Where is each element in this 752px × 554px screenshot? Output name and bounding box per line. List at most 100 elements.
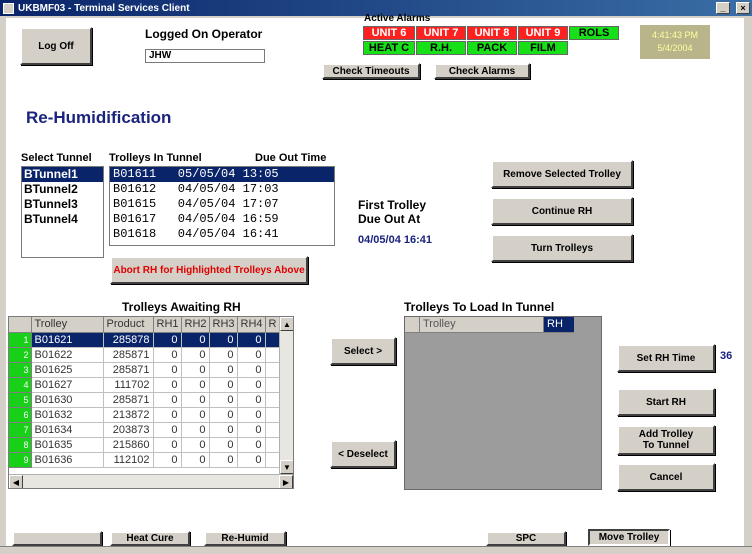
row-number[interactable]: 5 bbox=[9, 392, 32, 408]
awaiting-table-row[interactable]: 8 B01635 215860 0 0 0 0 bbox=[9, 437, 282, 453]
window-horizontal-scrollbar[interactable] bbox=[0, 546, 752, 554]
tunnel-item[interactable]: BTunnel1 bbox=[22, 167, 103, 182]
close-button[interactable]: × bbox=[736, 2, 750, 14]
awaiting-cell: 0 bbox=[237, 377, 266, 393]
awaiting-table-row[interactable]: 4 B01627 111702 0 0 0 0 bbox=[9, 377, 282, 393]
awaiting-cell: 0 bbox=[209, 452, 238, 468]
awaiting-cell: B01636 bbox=[31, 452, 104, 468]
awaiting-cell: 111702 bbox=[103, 377, 154, 393]
awaiting-cell: 0 bbox=[209, 332, 238, 348]
turn-trolleys-button[interactable]: Turn Trolleys bbox=[491, 234, 633, 262]
alarm-unit-7: UNIT 7 bbox=[416, 26, 466, 40]
awaiting-table-row[interactable]: 3 B01625 285871 0 0 0 0 bbox=[9, 362, 282, 378]
awaiting-cell: 0 bbox=[181, 377, 210, 393]
set-rh-time-button[interactable]: Set RH Time bbox=[617, 344, 715, 372]
awaiting-cell: 0 bbox=[237, 422, 266, 438]
awaiting-table-row[interactable]: 7 B01634 203873 0 0 0 0 bbox=[9, 422, 282, 438]
remove-selected-trolley-button[interactable]: Remove Selected Trolley bbox=[491, 160, 633, 188]
re-humid-button[interactable]: Re-Humid bbox=[204, 531, 286, 546]
alarm-unit-8: UNIT 8 bbox=[467, 26, 517, 40]
awaiting-table-row[interactable]: 1 B01621 285878 0 0 0 0 bbox=[9, 332, 282, 348]
awaiting-cell: 285878 bbox=[103, 332, 154, 348]
add-trolley-to-tunnel-button[interactable]: Add Trolley To Tunnel bbox=[617, 425, 715, 455]
scroll-right-icon[interactable]: ▶ bbox=[279, 475, 293, 488]
awaiting-col-product[interactable]: Product bbox=[103, 317, 154, 333]
row-number[interactable]: 2 bbox=[9, 347, 32, 363]
awaiting-horizontal-scrollbar[interactable]: ◀ ▶ bbox=[9, 474, 293, 488]
awaiting-rh-table: Trolley Product RH1 RH2 RH3 RH4 R 1 B01621 285878… bbox=[9, 317, 282, 468]
tunnel-list[interactable]: BTunnel1 BTunnel2 BTunnel3 BTunnel4 bbox=[21, 166, 104, 258]
minimize-button[interactable]: _ bbox=[716, 2, 730, 14]
check-alarms-button[interactable]: Check Alarms bbox=[434, 63, 530, 79]
awaiting-cell: 0 bbox=[237, 362, 266, 378]
spc-button[interactable]: SPC bbox=[486, 531, 566, 546]
awaiting-rh-grid[interactable]: Trolley Product RH1 RH2 RH3 RH4 R 1 B01621 285878… bbox=[8, 316, 294, 489]
tunnel-trolley-row[interactable]: B01611 05/05/04 13:05 bbox=[110, 167, 334, 182]
awaiting-col-trolley[interactable]: Trolley bbox=[31, 317, 104, 333]
awaiting-col-rh2[interactable]: RH2 bbox=[181, 317, 210, 333]
awaiting-cell: 285871 bbox=[103, 362, 154, 378]
row-number[interactable]: 8 bbox=[9, 437, 32, 453]
tunnel-item[interactable]: BTunnel3 bbox=[22, 197, 103, 212]
scroll-down-icon[interactable]: ▼ bbox=[280, 460, 293, 474]
row-number[interactable]: 4 bbox=[9, 377, 32, 393]
row-number[interactable]: 7 bbox=[9, 422, 32, 438]
row-number[interactable]: 9 bbox=[9, 452, 32, 468]
first-trolley-label-2: Due Out At bbox=[358, 212, 421, 226]
awaiting-cell: 203873 bbox=[103, 422, 154, 438]
awaiting-cell: 285871 bbox=[103, 347, 154, 363]
awaiting-cell: 0 bbox=[209, 437, 238, 453]
awaiting-table-row[interactable]: 5 B01630 285871 0 0 0 0 bbox=[9, 392, 282, 408]
row-number[interactable]: 3 bbox=[9, 362, 32, 378]
add-trolley-line-2: To Tunnel bbox=[642, 440, 690, 451]
select-button[interactable]: Select > bbox=[330, 337, 396, 365]
awaiting-cell: 285871 bbox=[103, 392, 154, 408]
move-trolley-button[interactable]: Move Trolley bbox=[588, 529, 670, 546]
tunnel-trolley-row[interactable]: B01612 04/05/04 17:03 bbox=[110, 182, 334, 197]
check-timeouts-button[interactable]: Check Timeouts bbox=[322, 63, 420, 79]
awaiting-vertical-scrollbar[interactable]: ▲ ▼ bbox=[279, 317, 293, 474]
row-number[interactable]: 6 bbox=[9, 407, 32, 423]
awaiting-cell: B01622 bbox=[31, 347, 104, 363]
awaiting-cell: 215860 bbox=[103, 437, 154, 453]
awaiting-cell: 0 bbox=[153, 407, 182, 423]
continue-rh-button[interactable]: Continue RH bbox=[491, 197, 633, 225]
awaiting-cell: 0 bbox=[237, 392, 266, 408]
cancel-button[interactable]: Cancel bbox=[617, 463, 715, 491]
start-rh-button[interactable]: Start RH bbox=[617, 388, 715, 416]
tunnel-trolley-row[interactable]: B01617 04/05/04 16:59 bbox=[110, 212, 334, 227]
trolleys-in-tunnel-label: Trolleys In Tunnel bbox=[109, 152, 202, 164]
awaiting-col-rh4[interactable]: RH4 bbox=[237, 317, 266, 333]
to-load-col-trolley[interactable]: Trolley bbox=[420, 317, 544, 333]
awaiting-table-row[interactable]: 2 B01622 285871 0 0 0 0 bbox=[9, 347, 282, 363]
scroll-left-icon[interactable]: ◀ bbox=[9, 475, 23, 488]
trolleys-in-tunnel-list[interactable]: B01611 05/05/04 13:05 B01612 04/05/04 17:… bbox=[109, 166, 335, 246]
tunnel-item[interactable]: BTunnel4 bbox=[22, 212, 103, 227]
heat-cure-button[interactable]: Heat Cure bbox=[110, 531, 190, 546]
awaiting-cell: 0 bbox=[153, 452, 182, 468]
scroll-up-icon[interactable]: ▲ bbox=[280, 317, 293, 331]
footer-blank-button[interactable] bbox=[12, 531, 102, 546]
tunnel-item[interactable]: BTunnel2 bbox=[22, 182, 103, 197]
awaiting-cell: B01625 bbox=[31, 362, 104, 378]
log-off-button[interactable]: Log Off bbox=[20, 27, 92, 65]
to-load-col-rh[interactable]: RH bbox=[544, 317, 574, 333]
awaiting-cell: B01621 bbox=[31, 332, 104, 348]
awaiting-cell: 0 bbox=[237, 407, 266, 423]
awaiting-cell: 0 bbox=[209, 377, 238, 393]
awaiting-col-rh1[interactable]: RH1 bbox=[153, 317, 182, 333]
awaiting-table-row[interactable]: 9 B01636 112102 0 0 0 0 bbox=[9, 452, 282, 468]
awaiting-col-rh3[interactable]: RH3 bbox=[209, 317, 238, 333]
tunnel-trolley-row[interactable]: B01615 04/05/04 17:07 bbox=[110, 197, 334, 212]
alarm-film: FILM bbox=[518, 41, 568, 55]
awaiting-cell: 0 bbox=[181, 437, 210, 453]
deselect-button[interactable]: < Deselect bbox=[330, 440, 396, 468]
alarm-pack: PACK bbox=[467, 41, 517, 55]
awaiting-cell: 0 bbox=[181, 362, 210, 378]
abort-rh-button[interactable]: Abort RH for Highlighted Trolleys Above bbox=[110, 256, 308, 284]
to-load-grid[interactable]: Trolley RH bbox=[404, 316, 602, 490]
row-number[interactable]: 1 bbox=[9, 332, 32, 348]
clock-date: 5/4/2004 bbox=[657, 43, 693, 53]
tunnel-trolley-row[interactable]: B01618 04/05/04 16:41 bbox=[110, 227, 334, 242]
awaiting-table-row[interactable]: 6 B01632 213872 0 0 0 0 bbox=[9, 407, 282, 423]
